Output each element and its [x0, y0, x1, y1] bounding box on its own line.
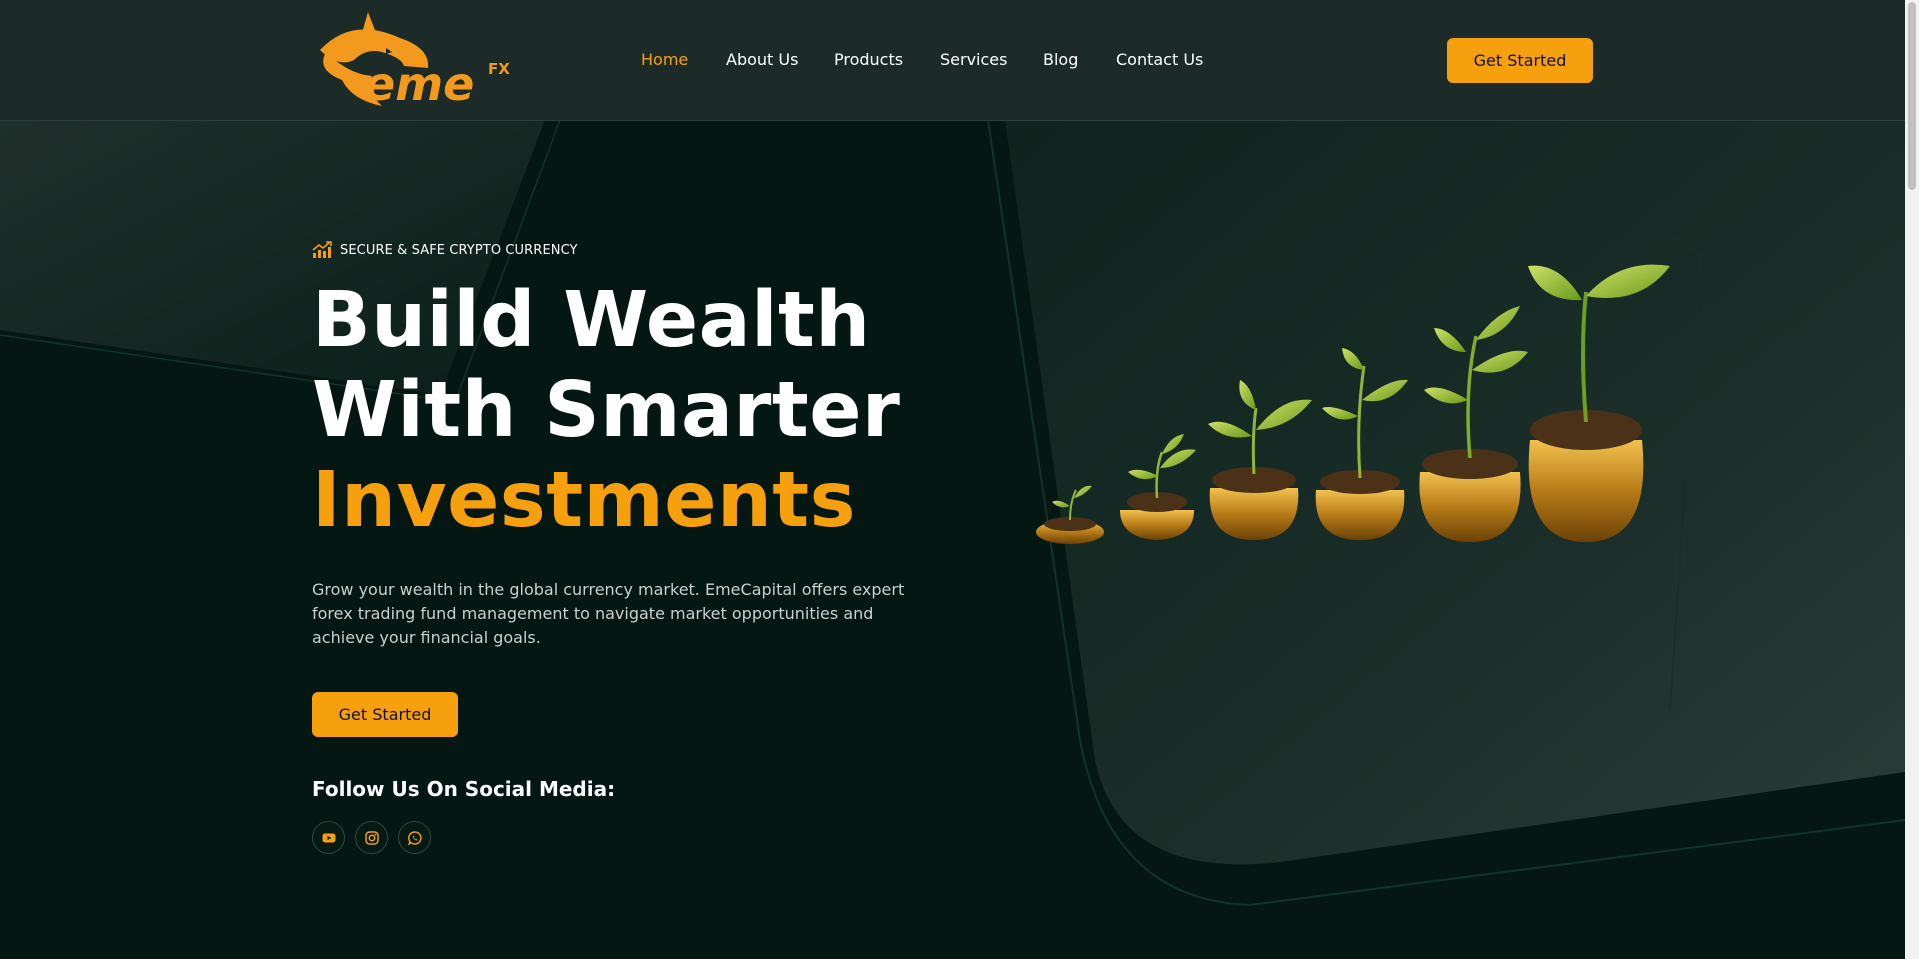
site-header: eme FX Home About Us Products Services B… — [0, 0, 1905, 121]
plant-pot-4 — [1315, 348, 1408, 540]
youtube-icon — [322, 833, 335, 842]
social-title: Follow Us On Social Media: — [312, 777, 616, 801]
chart-growth-icon — [312, 241, 332, 258]
whatsapp-link[interactable] — [398, 821, 431, 854]
instagram-icon — [364, 830, 379, 845]
tagline-text: SECURE & SAFE CRYPTO CURRENCY — [340, 242, 578, 258]
hero-tagline: SECURE & SAFE CRYPTO CURRENCY — [312, 240, 578, 260]
nav-item-home[interactable]: Home — [641, 48, 688, 72]
plant-pot-1 — [1036, 485, 1104, 544]
plant-pot-6 — [1528, 264, 1670, 542]
header-get-started-button[interactable]: Get Started — [1447, 38, 1593, 83]
nav-item-services[interactable]: Services — [940, 48, 1007, 72]
social-links — [312, 821, 431, 854]
headline-accent: Investments — [312, 456, 856, 545]
hero-description: Grow your wealth in the global currency … — [312, 580, 905, 647]
nav-item-about-us[interactable]: About Us — [726, 48, 798, 72]
nav-item-contact-us[interactable]: Contact Us — [1116, 48, 1203, 72]
hero-headline: Build Wealth With Smarter Investments — [312, 276, 900, 546]
page-scrollbar[interactable] — [1905, 0, 1919, 959]
svg-text:eme: eme — [364, 57, 474, 111]
plant-pot-3 — [1208, 380, 1312, 540]
instagram-link[interactable] — [355, 821, 388, 854]
scrollbar-thumb[interactable] — [1908, 2, 1916, 190]
nav-item-blog[interactable]: Blog — [1043, 48, 1078, 72]
svg-text:FX: FX — [488, 60, 510, 78]
plant-pot-2 — [1120, 434, 1196, 540]
plant-pot-5 — [1419, 306, 1528, 542]
hero-illustration — [1036, 264, 1670, 544]
headline-line-2: With Smarter — [312, 366, 901, 455]
youtube-link[interactable] — [312, 821, 345, 854]
shark-logo-icon: eme FX — [320, 12, 510, 111]
hero-get-started-button[interactable]: Get Started — [312, 692, 458, 737]
nav-item-products[interactable]: Products — [834, 48, 903, 72]
whatsapp-icon — [407, 830, 422, 845]
brand-logo[interactable]: eme FX — [312, 8, 510, 112]
headline-line-1: Build Wealth — [312, 276, 871, 365]
